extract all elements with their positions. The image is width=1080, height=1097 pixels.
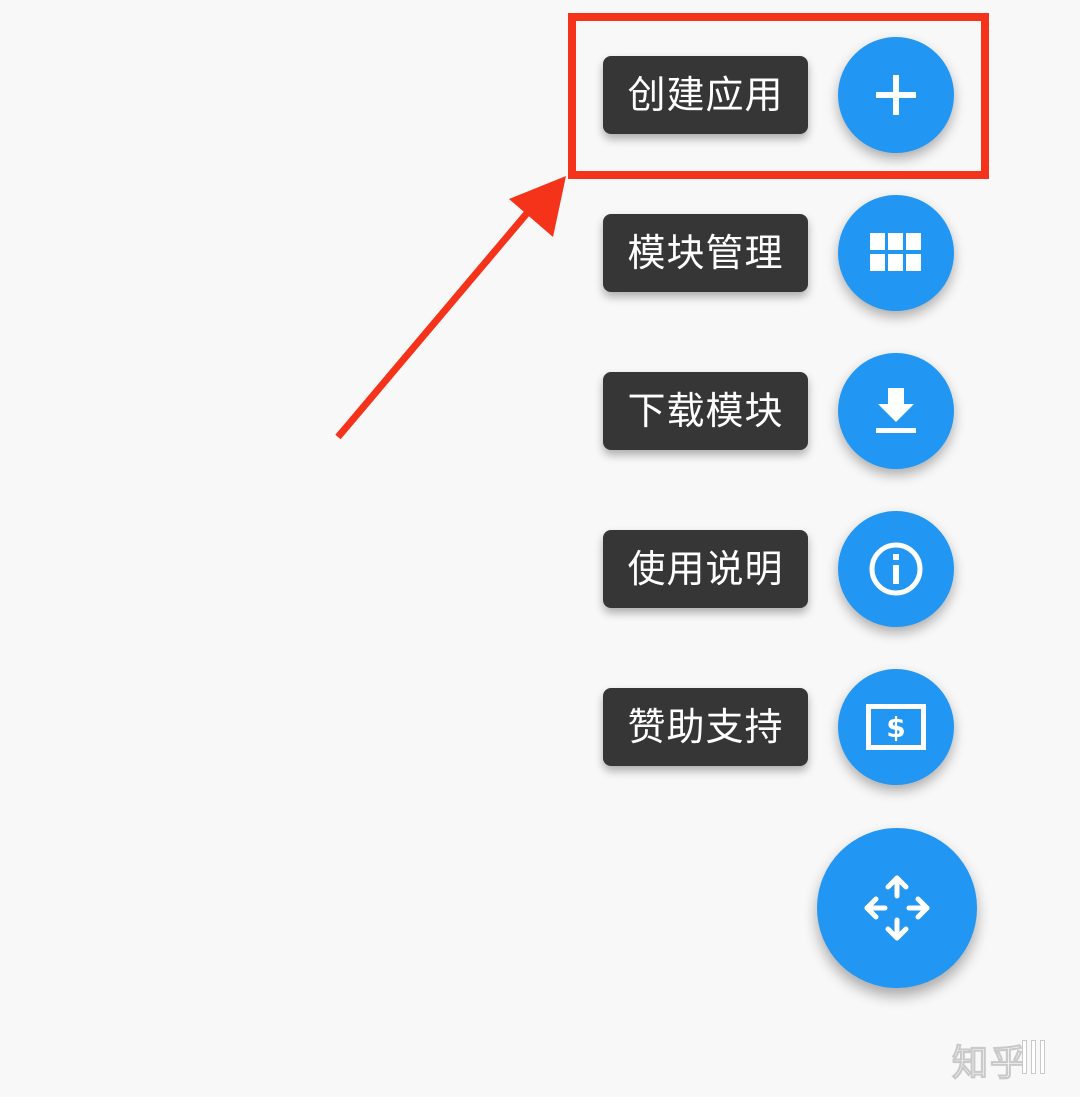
create-app-label[interactable]: 创建应用 [603, 56, 808, 134]
watermark-logo [1022, 1040, 1050, 1074]
instructions-label[interactable]: 使用说明 [603, 530, 808, 608]
move-arrows-icon [864, 875, 930, 941]
download-icon [876, 388, 916, 433]
create-app-button[interactable] [838, 37, 954, 153]
grid-icon [870, 233, 921, 271]
svg-text:$: $ [886, 711, 905, 744]
module-management-label[interactable]: 模块管理 [603, 214, 808, 292]
money-icon: $ [866, 704, 926, 750]
watermark-text: 知乎 [951, 1043, 1029, 1085]
download-module-button[interactable] [838, 353, 954, 469]
instructions-button[interactable] [838, 511, 954, 627]
module-management-button[interactable] [838, 195, 954, 311]
download-module-label[interactable]: 下载模块 [603, 372, 808, 450]
info-icon [869, 542, 923, 596]
sponsor-support-label[interactable]: 赞助支持 [603, 688, 808, 766]
add-icon [876, 75, 916, 115]
sponsor-support-button[interactable]: $ [838, 669, 954, 785]
main-menu-button[interactable] [817, 828, 977, 988]
